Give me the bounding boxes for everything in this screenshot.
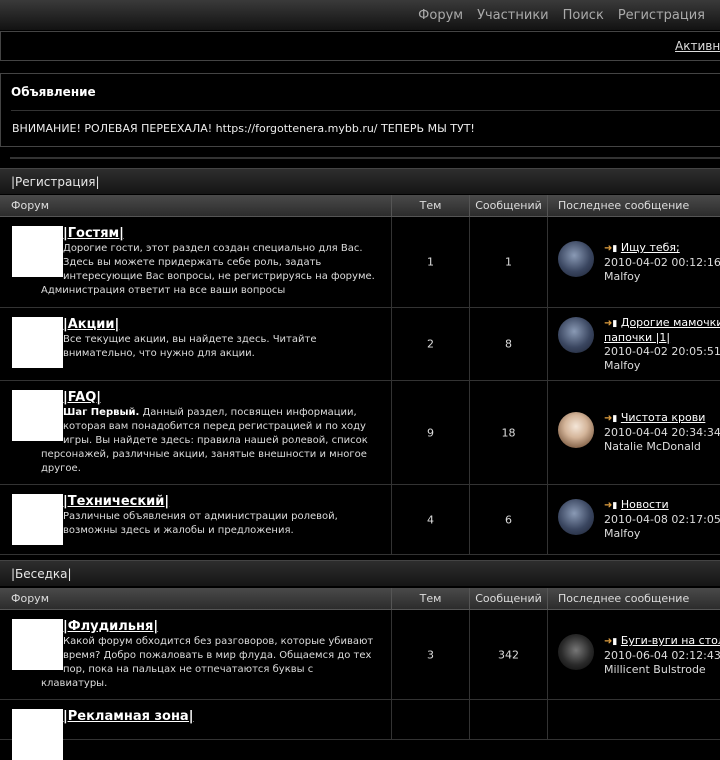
last-post-link-continued[interactable]: папочки |1| xyxy=(604,331,670,344)
forum-info: |Технический| Различные объявления от ад… xyxy=(41,493,381,545)
category-header-gazebo: |Беседка| xyxy=(0,560,720,586)
last-post-date: 2010-04-04 20:34:34 xyxy=(604,426,720,439)
forum-row: |FAQ| Шаг Первый. Данный раздел, посвяще… xyxy=(0,381,720,485)
forum-title-link[interactable]: |Рекламная зона| xyxy=(41,708,381,725)
posts-count: 8 xyxy=(505,337,512,351)
category-title: |Беседка| xyxy=(11,567,72,581)
forum-description: Какой форум обходится без разговоров, ко… xyxy=(41,636,374,689)
column-posts: Сообщений xyxy=(469,195,547,217)
last-post-link[interactable]: Чистота крови xyxy=(621,411,706,424)
announcement-text: ВНИМАНИЕ! РОЛЕВАЯ ПЕРЕЕХАЛА! https://for… xyxy=(12,122,475,135)
category-header-registration: |Регистрация| xyxy=(0,168,720,194)
last-post-info: ➜▮ Дорогие мамочки папочки |1| 2010-04-0… xyxy=(604,316,720,373)
nav-members[interactable]: Участники xyxy=(477,8,549,23)
announcement-separator xyxy=(11,110,720,111)
last-post-date: 2010-04-02 00:12:16 xyxy=(604,256,720,269)
last-post-link[interactable]: Дорогие мамочки xyxy=(621,316,720,329)
column-topics: Тем xyxy=(391,588,469,610)
forum-info: |Акции| Все текущие акции, вы найдете зд… xyxy=(41,316,381,368)
last-post-link[interactable]: Буги-вуги на стол xyxy=(621,634,720,647)
last-post-author: Millicent Bulstrode xyxy=(604,663,706,676)
last-post-info: ➜▮ Чистота крови 2010-04-04 20:34:34 Nat… xyxy=(604,411,720,454)
user-avatar[interactable] xyxy=(558,412,594,448)
last-post-date: 2010-04-02 20:05:51 xyxy=(604,345,720,358)
table-header: Форум Тем Сообщений Последнее сообщение xyxy=(0,195,720,217)
document-icon: ▮ xyxy=(612,319,618,329)
table-header: Форум Тем Сообщений Последнее сообщение xyxy=(0,588,720,610)
last-post-info: ➜▮ Новости 2010-04-08 02:17:05 Malfoy xyxy=(604,498,720,541)
user-avatar[interactable] xyxy=(558,499,594,535)
announcement-box: Объявление ВНИМАНИЕ! РОЛЕВАЯ ПЕРЕЕХАЛА! … xyxy=(0,73,720,147)
forum-row: |Технический| Различные объявления от ад… xyxy=(0,485,720,555)
last-post-date: 2010-04-08 02:17:05 xyxy=(604,513,720,526)
nav-register[interactable]: Регистрация xyxy=(618,8,705,23)
column-last-post: Последнее сообщение xyxy=(547,588,720,610)
announcement-title: Объявление xyxy=(11,85,96,99)
last-post-author: Malfoy xyxy=(604,270,641,283)
top-navigation: Форум Участники Поиск Регистрация xyxy=(0,0,720,30)
last-post-author: Natalie McDonald xyxy=(604,440,701,453)
column-posts: Сообщений xyxy=(469,588,547,610)
last-post-link[interactable]: Новости xyxy=(621,498,669,511)
category-title: |Регистрация| xyxy=(11,175,100,189)
forum-title-link[interactable]: |FAQ| xyxy=(41,389,381,406)
active-topics-link[interactable]: Активные xyxy=(675,39,720,53)
activity-bar: Активные xyxy=(0,31,720,61)
forum-row: |Рекламная зона| xyxy=(0,700,720,760)
last-post-info: ➜▮ Ищу тебя; 2010-04-02 00:12:16 Malfoy xyxy=(604,241,720,284)
topics-count: 9 xyxy=(427,426,434,439)
last-post-author: Malfoy xyxy=(604,527,641,540)
user-avatar[interactable] xyxy=(558,241,594,277)
forum-info: |FAQ| Шаг Первый. Данный раздел, посвяще… xyxy=(41,389,381,476)
column-forum: Форум xyxy=(11,592,49,605)
last-post-date: 2010-06-04 02:12:43 xyxy=(604,649,720,662)
forum-description-bold: Шаг Первый. xyxy=(63,407,140,418)
user-avatar[interactable] xyxy=(558,317,594,353)
forum-title-link[interactable]: |Технический| xyxy=(41,493,381,510)
last-post-info: ➜▮ Буги-вуги на стол 2010-06-04 02:12:43… xyxy=(604,634,720,677)
posts-count: 342 xyxy=(498,648,519,661)
document-icon: ▮ xyxy=(612,637,618,647)
nav-forum[interactable]: Форум xyxy=(418,8,463,23)
posts-count: 1 xyxy=(505,255,512,269)
last-post-author: Malfoy xyxy=(604,359,641,372)
section-divider xyxy=(10,157,720,159)
document-icon: ▮ xyxy=(612,414,618,424)
forum-info: |Флудильня| Какой форум обходится без ра… xyxy=(41,618,381,691)
column-topics: Тем xyxy=(391,195,469,217)
forum-row: |Гостям| Дорогие гости, этот раздел созд… xyxy=(0,217,720,308)
forum-description: Дорогие гости, этот раздел создан специа… xyxy=(41,243,375,296)
last-post-link[interactable]: Ищу тебя; xyxy=(621,241,680,254)
forum-description: Различные объявления от администрации ро… xyxy=(63,511,338,536)
topics-count: 3 xyxy=(427,648,434,661)
user-avatar[interactable] xyxy=(558,634,594,670)
forum-title-link[interactable]: |Гостям| xyxy=(41,225,381,242)
forum-title-link[interactable]: |Акции| xyxy=(41,316,381,333)
nav-search[interactable]: Поиск xyxy=(563,8,604,23)
document-icon: ▮ xyxy=(612,244,618,254)
forum-row: |Акции| Все текущие акции, вы найдете зд… xyxy=(0,308,720,381)
column-last-post: Последнее сообщение xyxy=(547,195,720,217)
topics-count: 1 xyxy=(427,255,434,269)
forum-title-link[interactable]: |Флудильня| xyxy=(41,618,381,635)
posts-count: 6 xyxy=(505,513,512,526)
forum-description: Все текущие акции, вы найдете здесь. Чит… xyxy=(63,334,317,359)
forum-row: |Флудильня| Какой форум обходится без ра… xyxy=(0,610,720,700)
forum-info: |Гостям| Дорогие гости, этот раздел созд… xyxy=(41,225,381,298)
topics-count: 4 xyxy=(427,513,434,526)
forum-info: |Рекламная зона| xyxy=(41,708,381,760)
posts-count: 18 xyxy=(501,426,516,439)
document-icon: ▮ xyxy=(612,501,618,511)
column-forum: Форум xyxy=(11,199,49,212)
topics-count: 2 xyxy=(427,337,434,351)
